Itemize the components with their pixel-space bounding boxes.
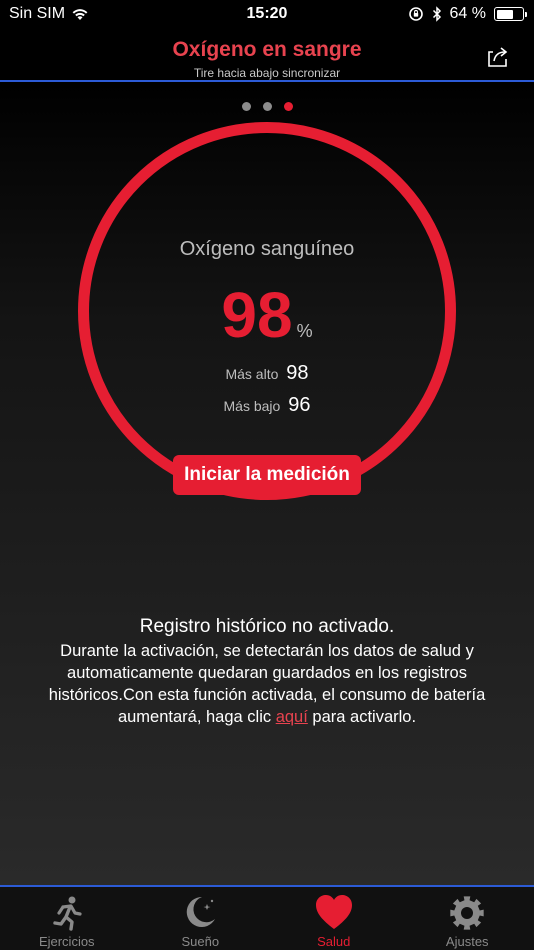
page-dot[interactable] xyxy=(262,102,272,111)
highest-stat: Más alto 98 xyxy=(0,362,534,385)
tab-sueno[interactable]: Sueño xyxy=(134,887,268,950)
lowest-stat: Más bajo 96 xyxy=(0,394,534,417)
share-icon[interactable] xyxy=(484,42,512,70)
tab-label: Ajustes xyxy=(445,934,489,949)
page-dot[interactable] xyxy=(241,102,251,111)
oxygen-number: 98 xyxy=(221,279,293,351)
battery-percent: 64 % xyxy=(449,5,486,22)
bluetooth-icon xyxy=(432,6,441,22)
tab-bar: Ejercicios Sueño Salud Ajustes xyxy=(0,885,534,950)
tab-label: Sueño xyxy=(181,934,220,949)
lowest-value: 96 xyxy=(288,394,311,416)
activate-link[interactable]: aquí xyxy=(276,708,308,726)
moon-icon xyxy=(186,896,216,927)
page-dot[interactable] xyxy=(283,102,293,111)
gear-icon xyxy=(450,896,484,930)
app-header: Oxígeno en sangre Tire hacia abajo sincr… xyxy=(0,30,534,82)
status-right: 64 % xyxy=(408,5,527,23)
tab-ajustes[interactable]: Ajustes xyxy=(401,887,534,950)
lowest-label: Más bajo xyxy=(223,398,281,414)
tab-salud[interactable]: Salud xyxy=(267,887,401,950)
highest-value: 98 xyxy=(286,362,309,384)
measurement-label: Oxígeno sanguíneo xyxy=(179,238,355,260)
orientation-lock-icon xyxy=(408,7,423,21)
info-text-after: para activarlo. xyxy=(307,708,417,726)
page-title: Oxígeno en sangre xyxy=(172,38,362,61)
history-info-text: Durante la activación, se detectarán los… xyxy=(16,640,518,728)
status-bar: Sin SIM 15:20 64 % xyxy=(0,0,534,30)
start-measurement-button[interactable]: Iniciar la medición xyxy=(173,455,361,495)
highest-label: Más alto xyxy=(225,366,279,382)
tab-ejercicios[interactable]: Ejercicios xyxy=(0,887,134,950)
tab-label: Salud xyxy=(317,934,351,949)
pull-to-sync-hint: Tire hacia abajo sincronizar xyxy=(193,66,341,80)
oxygen-unit: % xyxy=(296,321,313,341)
page-indicator[interactable] xyxy=(0,102,534,111)
oxygen-value: 98% xyxy=(0,278,534,352)
running-icon xyxy=(53,896,82,931)
heart-icon xyxy=(315,895,352,929)
tab-label: Ejercicios xyxy=(38,934,95,949)
info-text-before: Durante la activación, se detectarán los… xyxy=(48,642,486,726)
main-content[interactable]: Oxígeno sanguíneo 98% Más alto 98 Más ba… xyxy=(0,82,534,885)
battery-icon xyxy=(494,7,527,21)
history-status-title: Registro histórico no activado. xyxy=(139,616,395,637)
